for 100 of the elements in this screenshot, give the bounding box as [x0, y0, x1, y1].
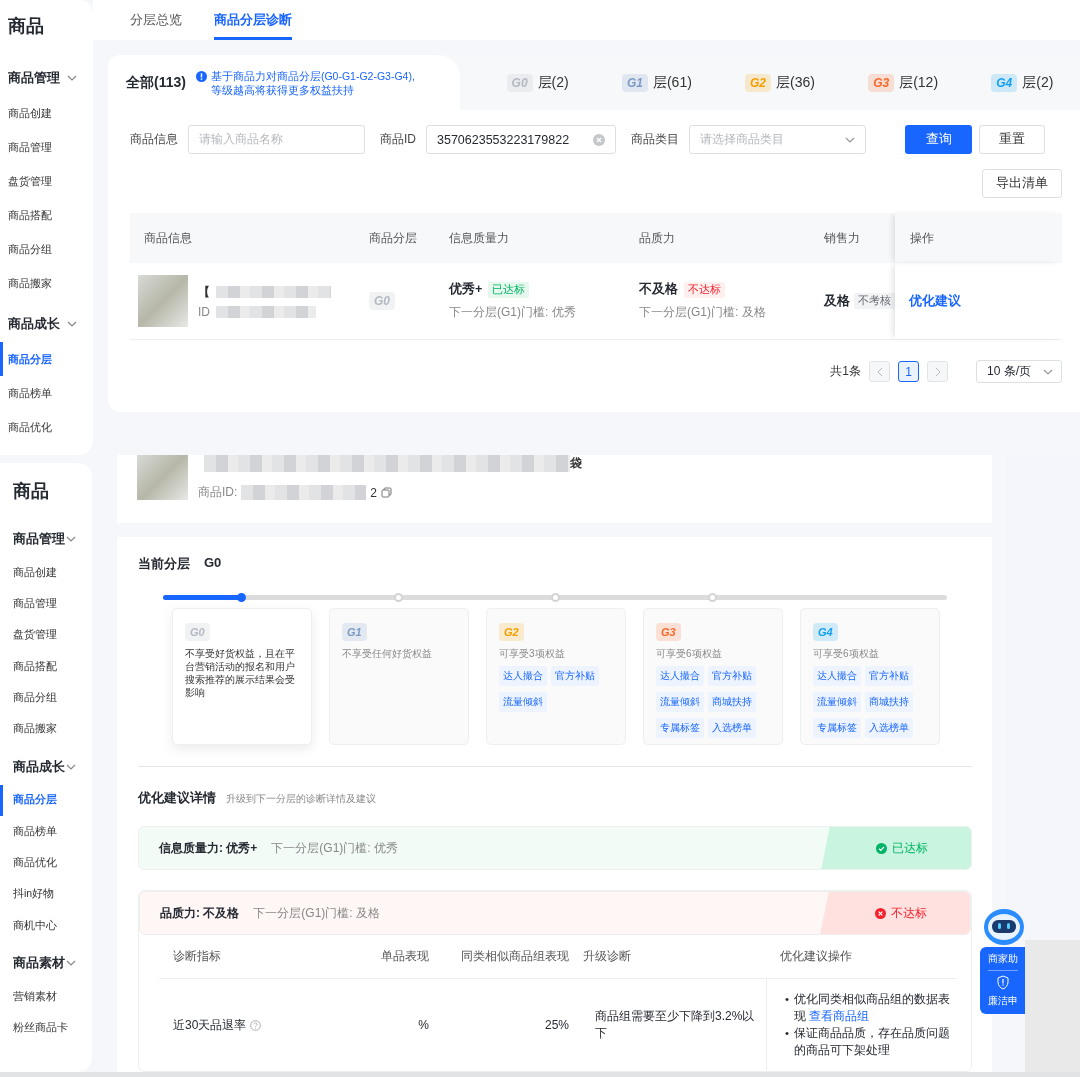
sidebar-item[interactable]: 商品优化: [0, 847, 92, 879]
sidebar-item[interactable]: 抖in好物: [0, 878, 92, 910]
sidebar-item[interactable]: 粉丝商品卡: [0, 1012, 92, 1044]
step-dot: [237, 593, 247, 602]
column-header: 诊断指标: [159, 935, 359, 979]
bullet-marker: •: [785, 1026, 790, 1041]
tier-description: 可享受3项权益: [499, 647, 566, 660]
sidebar-item[interactable]: 商品创建: [0, 557, 92, 589]
sidebar-item[interactable]: 商品分层: [0, 784, 92, 817]
suggestion-link[interactable]: 优化建议: [909, 293, 961, 308]
tier-count: 层(12): [899, 73, 939, 92]
benefit-tag: 专属标签: [813, 718, 861, 738]
tier-badge: G3: [868, 73, 895, 92]
tier-tab[interactable]: 全部(113): [126, 73, 186, 92]
tab[interactable]: 分层总览: [130, 0, 182, 40]
sidebar-group[interactable]: 商品成长: [0, 310, 93, 338]
copy-icon[interactable]: [381, 487, 393, 498]
status-tag: 已达标: [488, 281, 530, 298]
prev-page-button[interactable]: [869, 361, 890, 382]
sidebar-group[interactable]: 商品成长: [0, 752, 92, 781]
clear-icon[interactable]: [593, 133, 605, 146]
benefit-tag: 入选榜单: [865, 718, 913, 738]
column-header: 商品分层: [368, 229, 418, 247]
tier-badge: G4: [991, 73, 1018, 92]
status-tag: 不达标: [684, 281, 725, 298]
sidebar-item[interactable]: 商品分层: [0, 342, 93, 376]
next-page-button[interactable]: [927, 361, 948, 382]
column-header: 销售力: [823, 229, 861, 247]
sidebar-item[interactable]: 商品榜单: [0, 376, 93, 410]
sidebar-group[interactable]: 商品素材: [0, 949, 92, 978]
status-text: 已达标: [892, 839, 928, 857]
sidebar-item[interactable]: 商品管理: [0, 130, 93, 164]
tier-badge: G0: [185, 623, 210, 641]
current-tier-label: 当前分层: [138, 555, 190, 573]
status-tag: 不考核: [854, 293, 895, 309]
tab[interactable]: 商品分层诊断: [214, 0, 292, 40]
benefit-tag: 官方补贴: [865, 666, 913, 686]
page-button[interactable]: 1: [898, 361, 919, 382]
tier-tab[interactable]: G2 层(36): [745, 73, 815, 92]
threshold-text: 下一分层(G1)门槛: 及格: [253, 904, 380, 922]
sidebar-item[interactable]: 商品搭配: [0, 198, 93, 232]
product-id: ID: [198, 304, 210, 319]
view-group-link[interactable]: 查看商品组: [809, 1010, 870, 1022]
column-header: 品质力: [638, 229, 676, 247]
column-header: 升级诊断: [569, 935, 766, 979]
export-button[interactable]: 导出清单: [982, 169, 1062, 198]
product-id-label: 商品ID:: [198, 484, 238, 501]
sidebar-item[interactable]: 营销素材: [0, 981, 92, 1013]
product-id: 2: [370, 485, 378, 500]
photo-placeholder: [137, 455, 188, 500]
tier-tab[interactable]: G3 层(12): [868, 73, 939, 92]
benefit-tag: 流量倾斜: [813, 692, 861, 712]
tier-badge: G1: [621, 73, 648, 92]
sidebar-item[interactable]: 商品搬家: [0, 266, 93, 300]
sidebar-item[interactable]: 商品分组: [0, 232, 93, 266]
grade-text: 及格: [824, 292, 850, 310]
total-count: 共1条: [830, 363, 861, 380]
tier-tab[interactable]: G1 层(61): [621, 73, 692, 92]
sidebar-item[interactable]: 商品创建: [0, 96, 93, 130]
sidebar-item[interactable]: 盘货管理: [0, 164, 93, 198]
search-button[interactable]: 查询: [905, 125, 972, 154]
sidebar-group[interactable]: 商品管理: [0, 525, 92, 553]
grade-text: 优秀+: [449, 281, 483, 298]
help-icon[interactable]: [250, 1019, 262, 1031]
tier-tab[interactable]: G4 层(2): [991, 73, 1054, 92]
info-icon: [195, 70, 207, 82]
notice-text: 基于商品力对商品分层(G0-G1-G2-G3-G4), 等级越高将获得更多权益扶持: [210, 68, 415, 97]
sidebar-item[interactable]: 商品搭配: [0, 650, 92, 683]
filter-label: 商品信息: [130, 131, 178, 148]
reset-button[interactable]: 重置: [979, 125, 1045, 154]
sidebar-item[interactable]: 商品搬家: [0, 713, 92, 745]
tier-description: 不享受任何好货权益: [342, 647, 433, 660]
benefit-tag: 官方补贴: [708, 666, 756, 686]
input-field[interactable]: 3570623553223179822: [426, 125, 616, 154]
sidebar-item[interactable]: 商品榜单: [0, 816, 92, 848]
sidebar-item[interactable]: 商品优化: [0, 410, 93, 444]
benefit-tag: 流量倾斜: [656, 692, 704, 712]
tier-badge: G1: [342, 623, 367, 641]
report-label: 廉洁申: [987, 994, 1018, 1008]
sidebar-item[interactable]: 商机中心: [0, 909, 92, 942]
tier-count: 层(2): [1022, 73, 1054, 92]
page-size-select[interactable]: 10 条/页: [976, 360, 1062, 383]
diagnosis-text: 商品组需要至少下降到3.2%以下: [594, 1008, 756, 1042]
column-header: 信息质量力: [448, 229, 510, 247]
sidebar-item[interactable]: 商品分组: [0, 682, 92, 714]
benefit-tag: 商城扶持: [708, 692, 756, 712]
tier-badge: G2: [499, 623, 524, 641]
benefit-tag: 达人撮合: [656, 666, 704, 686]
sidebar-item[interactable]: 商品管理: [0, 588, 92, 620]
cross-icon: [875, 907, 886, 919]
assistant-panel[interactable]: 商家助 廉洁申: [980, 947, 1025, 1014]
sidebar-group[interactable]: 商品管理: [0, 64, 93, 92]
benefit-tag: 达人撮合: [813, 666, 861, 686]
section-title: 优化建议详情: [138, 789, 216, 807]
tier-badge: G2: [745, 73, 772, 92]
status-text: 不达标: [891, 904, 927, 922]
chevron-right-icon: [933, 366, 942, 377]
current-tier-value: G0: [204, 555, 222, 572]
sidebar-item[interactable]: 盘货管理: [0, 619, 92, 651]
benefit-tag: 流量倾斜: [499, 692, 547, 712]
